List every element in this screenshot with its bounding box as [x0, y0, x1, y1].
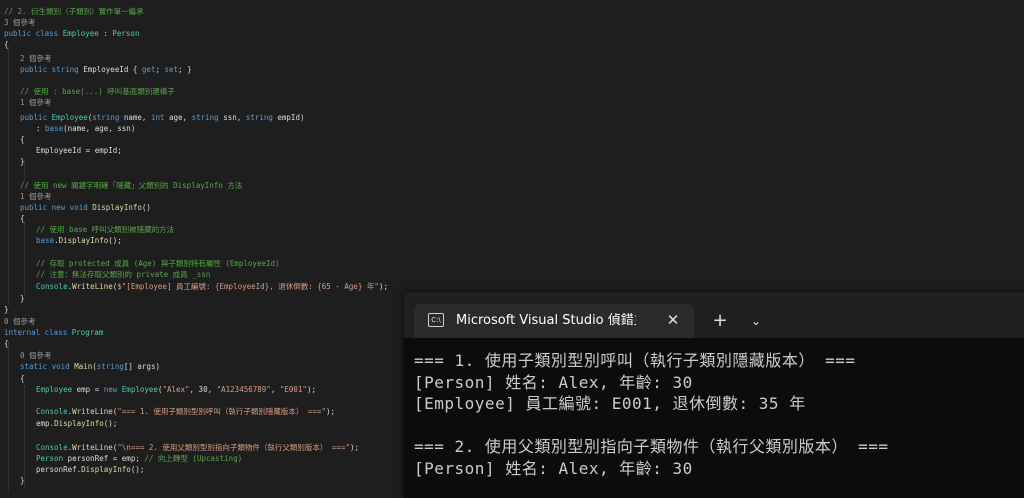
terminal-tab[interactable]: C:\ Microsoft Visual Studio 偵錯主 ✕ [414, 304, 694, 338]
code-line: personRef.DisplayInfo(); [36, 465, 145, 474]
code-line: public string EmployeeId { get; set; } [20, 65, 192, 74]
code-line: Employee emp = new Employee("Alex", 30, … [36, 385, 316, 394]
code-line: emp.DisplayInfo(); [36, 419, 118, 428]
code-line: } [4, 305, 9, 314]
code-line: { [20, 374, 25, 383]
reference-count[interactable]: 3 個參考 [4, 17, 36, 28]
code-line: { [4, 40, 9, 49]
code-comment: // 存取 protected 成員 (Age) 與子類別特有屬性 (Emplo… [36, 259, 280, 268]
code-line: EmployeeId = empId; [36, 146, 122, 155]
reference-count[interactable]: 0 個參考 [20, 350, 52, 361]
code-line: Console.WriteLine("=== 1. 使用子類別型別呼叫（執行子類… [36, 407, 336, 416]
code-line: { [4, 339, 9, 348]
chevron-down-icon[interactable]: ⌄ [746, 311, 766, 331]
close-icon[interactable]: ✕ [664, 311, 682, 329]
code-comment: // 使用 new 關鍵字明確「隱藏」父類別的 DisplayInfo 方法 [20, 181, 243, 190]
console-output-line: === 1. 使用子類別型別呼叫（執行子類別隱藏版本） === [414, 351, 856, 370]
code-line: public class Employee : Person [4, 29, 140, 38]
terminal-output[interactable]: === 1. 使用子類別型別呼叫（執行子類別隱藏版本） === [Person] … [404, 350, 1024, 498]
reference-count[interactable]: 1 個參考 [20, 97, 52, 108]
code-line: } [20, 476, 25, 485]
code-line: { [20, 135, 25, 144]
code-line: base.DisplayInfo(); [36, 236, 122, 245]
code-line: Person personRef = emp; // 向上轉型 (Upcasti… [36, 454, 243, 463]
debug-console-window[interactable]: C:\ Microsoft Visual Studio 偵錯主 ✕ + ⌄ ==… [404, 292, 1024, 498]
console-output-line: [Person] 姓名: Alex, 年齡: 30 [414, 459, 693, 478]
code-line: public Employee(string name, int age, st… [20, 113, 305, 122]
code-line: internal class Program [4, 328, 104, 337]
reference-count[interactable]: 0 個參考 [4, 316, 36, 327]
code-line: } [20, 157, 25, 166]
console-output-line: [Employee] 員工編號: E001, 退休倒數: 35 年 [414, 394, 806, 413]
tab-title: Microsoft Visual Studio 偵錯主 [456, 313, 636, 328]
code-line: public new void DisplayInfo() [20, 203, 151, 212]
indent-guide [24, 222, 25, 298]
code-comment: // 注意：無法存取父類別的 private 成員 _ssn [36, 270, 211, 279]
indent-guide [8, 342, 9, 492]
console-output-line: [Person] 姓名: Alex, 年齡: 30 [414, 373, 693, 392]
code-line: : base(name, age, ssn) [36, 124, 136, 133]
terminal-tab-bar: C:\ Microsoft Visual Studio 偵錯主 ✕ + ⌄ [404, 292, 1024, 338]
code-line: Console.WriteLine($"[Employee] 員工編號: {Em… [36, 282, 388, 291]
code-line: Console.WriteLine("\n=== 2. 使用父類別型別指向子類物… [36, 443, 360, 452]
console-output-line: === 2. 使用父類別型別指向子類物件（執行父類別版本） === [414, 437, 889, 456]
code-line: } [20, 294, 25, 303]
code-comment: // 使用 base 呼叫父類別被隱藏的方法 [36, 225, 175, 234]
reference-count[interactable]: 1 個參考 [20, 191, 52, 202]
code-comment: // 2. 衍生類別（子類別）實作單一繼承 [4, 7, 144, 16]
code-comment: // 使用 : base(...) 呼叫基底類別建構子 [20, 87, 175, 96]
code-line: static void Main(string[] args) [20, 362, 160, 371]
new-tab-button[interactable]: + [710, 311, 730, 331]
reference-count[interactable]: 2 個參考 [20, 53, 52, 64]
indent-guide [8, 47, 9, 305]
code-line: { [20, 214, 25, 223]
console-icon: C:\ [428, 313, 444, 327]
